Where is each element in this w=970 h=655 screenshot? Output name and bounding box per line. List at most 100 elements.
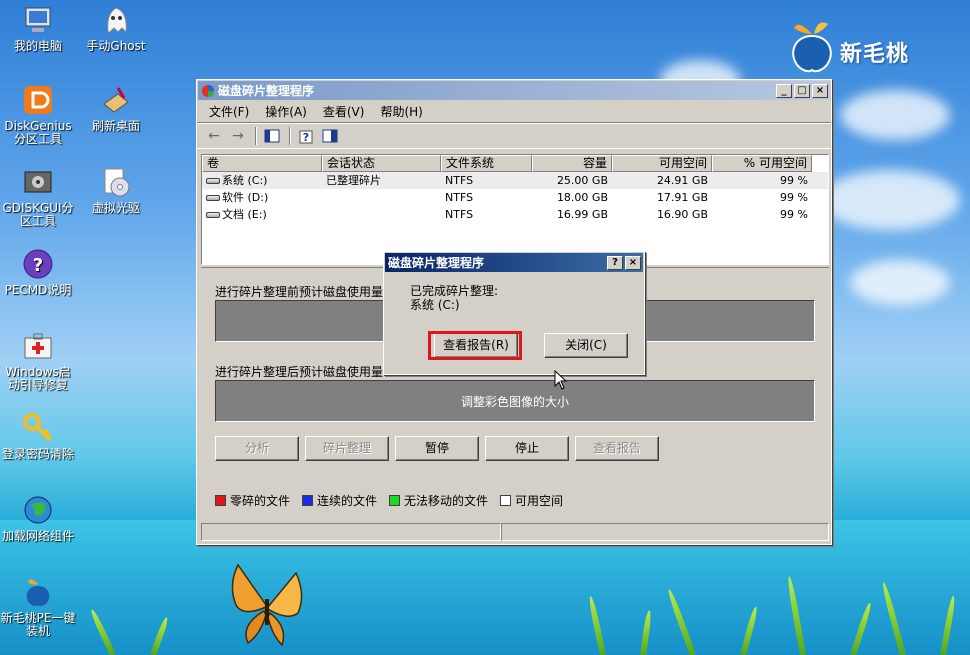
- desktop-icon-label: 新毛桃PE一键装机: [0, 611, 76, 638]
- desktop-icon-manual-ghost[interactable]: 手动Ghost: [78, 4, 154, 53]
- status-pane: [201, 523, 501, 541]
- key-icon: [22, 412, 54, 444]
- fs-cell: NTFS: [445, 208, 474, 221]
- desktop-icon-label: 虚拟光驱: [91, 201, 140, 215]
- brand-logo: 新毛桃: [788, 14, 938, 76]
- free-cell: 24.91 GB: [656, 174, 708, 187]
- menu-help[interactable]: 帮助(H): [372, 103, 430, 120]
- column-header-volume[interactable]: 卷: [202, 155, 322, 172]
- pause-button[interactable]: 暂停: [395, 436, 479, 461]
- desktop-icon-label: 刷新桌面: [91, 119, 140, 133]
- menu-file[interactable]: 文件(F): [201, 103, 257, 120]
- dialog-titlebar[interactable]: 磁盘碎片整理程序 ? ×: [385, 253, 643, 272]
- logo-text: 新毛桃: [840, 42, 910, 67]
- desktop-icon-pecmd-help[interactable]: ? PECMD说明: [0, 248, 76, 297]
- legend-label: 连续的文件: [317, 494, 378, 508]
- legend-swatch-unmovable: [389, 495, 401, 506]
- legend-item: 连续的文件: [302, 492, 377, 509]
- menu-view[interactable]: 查看(V): [315, 103, 373, 120]
- status-cell: [322, 206, 441, 223]
- legend-swatch-free: [500, 495, 512, 506]
- desktop-icon-label: Windows启动引导修复: [5, 365, 71, 392]
- legend-label: 可用空间: [515, 494, 564, 508]
- menu-bar: 文件(F) 操作(A) 查看(V) 帮助(H): [197, 101, 831, 123]
- volume-name: 系统 (C:): [222, 174, 268, 187]
- mouse-cursor-icon: [554, 370, 568, 390]
- peach-icon: [22, 576, 54, 608]
- desktop-icon-load-network[interactable]: 加载网络组件: [0, 494, 76, 543]
- analyze-button[interactable]: 分析: [215, 436, 299, 461]
- butterfly-decoration: [231, 563, 303, 647]
- table-row[interactable]: 文档 (E:) NTFS 16.99 GB 16.90 GB 99 %: [202, 206, 828, 223]
- volume-list-header: 卷 会话状态 文件系统 容量 可用空间 % 可用空间: [202, 155, 828, 172]
- svg-text:?: ?: [303, 131, 309, 144]
- window-title: 磁盘碎片整理程序: [218, 84, 315, 98]
- close-dialog-button[interactable]: 关闭(C): [544, 333, 628, 358]
- legend-swatch-fragmented: [215, 495, 226, 506]
- window-titlebar[interactable]: 磁盘碎片整理程序 _ □ ×: [198, 81, 830, 100]
- defrag-button[interactable]: 碎片整理: [305, 436, 389, 461]
- desktop-icon-boot-repair[interactable]: Windows启动引导修复: [0, 330, 76, 392]
- desktop-icon-label: DiskGenius分区工具: [4, 119, 72, 146]
- desktop-icon-label: 手动Ghost: [86, 39, 146, 53]
- minimize-button[interactable]: _: [776, 83, 792, 98]
- maximize-button[interactable]: □: [794, 83, 810, 98]
- free-cell: 16.90 GB: [656, 208, 708, 221]
- dialog-title: 磁盘碎片整理程序: [388, 256, 485, 270]
- column-header-file-system[interactable]: 文件系统: [441, 155, 532, 172]
- defrag-app-icon: [202, 84, 214, 97]
- dialog-message: 已完成碎片整理: 系统 (C:): [410, 284, 498, 312]
- dialog-message-line: 已完成碎片整理:: [410, 284, 499, 298]
- column-header-free-space[interactable]: 可用空间: [612, 155, 712, 172]
- desktop-icon-one-click-install[interactable]: 新毛桃PE一键装机: [0, 576, 76, 638]
- volume-cell: 系统 (C:): [202, 172, 322, 189]
- column-header-percent-free[interactable]: % 可用空间: [712, 155, 812, 172]
- menu-action[interactable]: 操作(A): [257, 103, 315, 120]
- capacity-cell: 25.00 GB: [556, 174, 608, 187]
- drive-icon: [206, 178, 220, 184]
- toolbar: ← → ?: [197, 123, 831, 149]
- desktop-icon-gdiskgui[interactable]: GDISKGUI分区工具: [0, 166, 76, 228]
- show-hide-icon[interactable]: [319, 126, 341, 146]
- forward-arrow-icon[interactable]: →: [227, 126, 249, 146]
- diskgenius-icon: [22, 84, 54, 116]
- table-row[interactable]: 软件 (D:) NTFS 18.00 GB 17.91 GB 99 %: [202, 189, 828, 206]
- dialog-help-button[interactable]: ?: [607, 255, 623, 270]
- before-usage-label: 进行碎片整理前预计磁盘使用量: [215, 285, 384, 299]
- legend-item: 无法移动的文件: [389, 492, 488, 509]
- toolbar-separator: [255, 127, 257, 145]
- close-button[interactable]: ×: [812, 83, 828, 98]
- ghost-icon: [100, 4, 132, 36]
- desktop-icon-label: 登录密码清除: [1, 447, 74, 461]
- desktop-icon-diskgenius[interactable]: DiskGenius分区工具: [0, 84, 76, 146]
- legend-item: 可用空间: [500, 492, 563, 509]
- dialog-close-button[interactable]: ×: [625, 255, 641, 270]
- column-header-capacity[interactable]: 容量: [532, 155, 612, 172]
- cloud-decoration: [840, 90, 950, 140]
- highlight-box: [428, 331, 522, 360]
- gdiskgui-icon: [22, 166, 54, 198]
- console-tree-icon[interactable]: [261, 126, 283, 146]
- desktop-icon-my-computer[interactable]: 我的电脑: [0, 4, 76, 53]
- help-icon: ?: [22, 248, 54, 280]
- peach-logo-icon: [792, 22, 832, 73]
- volume-cell: 文档 (E:): [202, 206, 322, 223]
- desktop-icon-password-clear[interactable]: 登录密码清除: [0, 412, 76, 461]
- desktop-icon-refresh-desktop[interactable]: 刷新桌面: [78, 84, 154, 133]
- back-arrow-icon[interactable]: ←: [203, 126, 225, 146]
- volume-list: 卷 会话状态 文件系统 容量 可用空间 % 可用空间 系统 (C:) 已整理碎片…: [201, 154, 829, 265]
- legend-swatch-contiguous: [302, 495, 314, 506]
- virtual-cdrom-icon: [100, 166, 132, 198]
- desktop-icon-label: PECMD说明: [4, 283, 72, 297]
- view-report-button[interactable]: 查看报告: [575, 436, 659, 461]
- percent-cell: 99 %: [780, 174, 808, 187]
- stop-button[interactable]: 停止: [485, 436, 569, 461]
- desktop-icon-virtual-cdrom[interactable]: 虚拟光驱: [78, 166, 154, 215]
- column-header-session-status[interactable]: 会话状态: [322, 155, 441, 172]
- volume-cell: 软件 (D:): [202, 189, 322, 206]
- properties-help-icon[interactable]: ?: [295, 126, 317, 146]
- desktop-icon-label: 我的电脑: [13, 39, 62, 53]
- table-row[interactable]: 系统 (C:) 已整理碎片 NTFS 25.00 GB 24.91 GB 99 …: [202, 172, 828, 189]
- legend: 零碎的文件 连续的文件 无法移动的文件 可用空间: [215, 492, 575, 509]
- legend-label: 无法移动的文件: [404, 494, 489, 508]
